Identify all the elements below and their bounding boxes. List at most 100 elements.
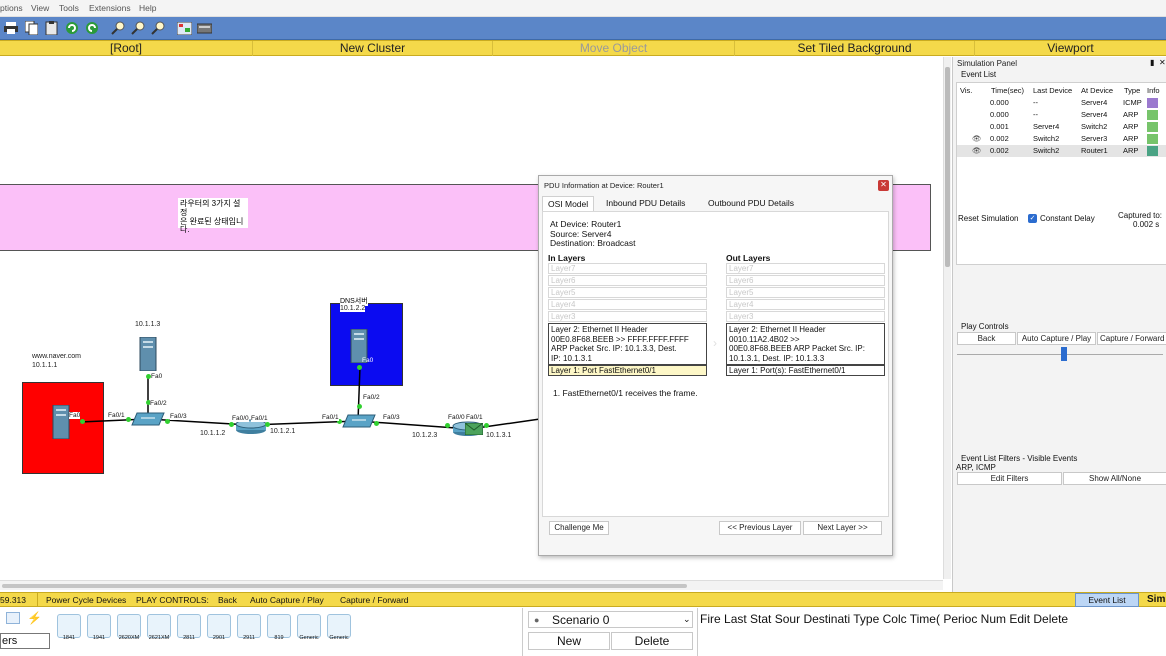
custom-device-icon[interactable]: [196, 20, 212, 36]
zoom-out-icon[interactable]: [150, 20, 166, 36]
col-at-device[interactable]: At Device: [1081, 86, 1113, 95]
scroll-thumb[interactable]: [945, 67, 950, 267]
col-edit[interactable]: Edit: [1009, 612, 1030, 626]
in-layer-1[interactable]: Layer 1: Port FastEthernet0/1: [548, 365, 707, 376]
col-fire[interactable]: Fire: [700, 612, 721, 626]
in-layer-5[interactable]: Layer5: [548, 287, 707, 298]
col-destination[interactable]: Destinati: [803, 612, 850, 626]
out-layer-7[interactable]: Layer7: [726, 263, 885, 274]
col-last-status[interactable]: Last Stat: [724, 612, 771, 626]
out-layer-6[interactable]: Layer6: [726, 275, 885, 286]
zoom-reset-icon[interactable]: [130, 20, 146, 36]
capture-forward-button[interactable]: Capture / Forward: [1097, 332, 1166, 345]
out-layer-3[interactable]: Layer3: [726, 311, 885, 322]
show-all-none-button[interactable]: Show All/None: [1063, 472, 1166, 485]
speed-slider-track[interactable]: [957, 354, 1163, 355]
device-category-label[interactable]: ers: [0, 633, 50, 649]
power-cycle-devices-button[interactable]: Power Cycle Devices: [46, 595, 126, 605]
naver-server-icon[interactable]: [52, 404, 70, 440]
zoom-in-icon[interactable]: [110, 20, 126, 36]
table-row-selected[interactable]: 👁 0.002 Switch2 Router1 ARP: [957, 145, 1166, 157]
viewport-button[interactable]: Viewport: [975, 41, 1166, 56]
menu-options[interactable]: ptions: [0, 3, 23, 13]
set-tiled-background-button[interactable]: Set Tiled Background: [735, 41, 975, 56]
tab-inbound-pdu-details[interactable]: Inbound PDU Details: [601, 196, 690, 211]
col-time[interactable]: Time(sec): [991, 86, 1024, 95]
undock-icon[interactable]: ▮: [1150, 58, 1154, 67]
scroll-thumb[interactable]: [2, 584, 687, 588]
paste-icon[interactable]: [43, 20, 59, 36]
challenge-me-button[interactable]: Challenge Me: [549, 521, 609, 535]
event-color-swatch[interactable]: [1147, 110, 1158, 120]
pdu-information-dialog[interactable]: PDU Information at Device: Router1 ✕ OSI…: [538, 175, 893, 556]
col-info[interactable]: Info: [1147, 86, 1160, 95]
lightning-icon[interactable]: ⚡: [27, 611, 42, 625]
edit-filters-button[interactable]: Edit Filters: [957, 472, 1062, 485]
col-vis[interactable]: Vis.: [960, 86, 972, 95]
move-object-button[interactable]: Move Object: [493, 41, 735, 56]
back-button[interactable]: Back: [957, 332, 1016, 345]
close-icon[interactable]: ✕: [1159, 58, 1166, 67]
menu-extensions[interactable]: Extensions: [89, 3, 131, 13]
pdu-envelope-icon[interactable]: [464, 422, 484, 436]
menu-view[interactable]: View: [31, 3, 49, 13]
new-cluster-button[interactable]: New Cluster: [253, 41, 493, 56]
new-scenario-button[interactable]: New: [528, 632, 610, 650]
col-source[interactable]: Sour: [775, 612, 800, 626]
out-layer-2[interactable]: Layer 2: Ethernet II Header 0010.11A2.4B…: [726, 323, 885, 365]
event-color-swatch[interactable]: [1147, 146, 1158, 156]
simulation-mode-button[interactable]: Sim: [1147, 594, 1165, 605]
print-icon[interactable]: [3, 20, 19, 36]
close-icon[interactable]: ✕: [878, 180, 889, 191]
workspace-vertical-scrollbar[interactable]: [943, 57, 951, 579]
scenario-select[interactable]: ● Scenario 0 ⌄: [528, 611, 693, 628]
status-auto-capture-button[interactable]: Auto Capture / Play: [250, 595, 324, 605]
switch1-icon[interactable]: [131, 411, 165, 427]
tab-outbound-pdu-details[interactable]: Outbound PDU Details: [703, 196, 799, 211]
event-color-swatch[interactable]: [1147, 98, 1158, 108]
redo-icon[interactable]: [84, 20, 100, 36]
table-row[interactable]: 0.001 Server4 Switch2 ARP: [957, 121, 1166, 133]
col-time[interactable]: Time(: [910, 612, 940, 626]
table-row[interactable]: 0.000 -- Server4 ICMP: [957, 97, 1166, 109]
delete-scenario-button[interactable]: Delete: [611, 632, 693, 650]
previous-layer-button[interactable]: << Previous Layer: [719, 521, 801, 535]
in-layer-4[interactable]: Layer4: [548, 299, 707, 310]
table-row[interactable]: 0.000 -- Server4 ARP: [957, 109, 1166, 121]
speed-slider-handle[interactable]: [1061, 347, 1067, 361]
out-layer-1[interactable]: Layer 1: Port(s): FastEthernet0/1: [726, 365, 885, 376]
menu-help[interactable]: Help: [139, 3, 156, 13]
col-last-device[interactable]: Last Device: [1033, 86, 1072, 95]
menu-tools[interactable]: Tools: [59, 3, 79, 13]
server-10-1-1-3-icon[interactable]: [139, 336, 157, 372]
col-num[interactable]: Num: [981, 612, 1006, 626]
eye-icon[interactable]: 👁: [972, 134, 982, 143]
workspace-horizontal-scrollbar[interactable]: [0, 580, 943, 590]
constant-delay-checkbox[interactable]: ✓: [1028, 214, 1037, 223]
col-color[interactable]: Colc: [883, 612, 907, 626]
status-back-button[interactable]: Back: [218, 595, 237, 605]
auto-capture-play-button[interactable]: Auto Capture / Play: [1017, 332, 1096, 345]
reset-simulation-button[interactable]: Reset Simulation: [958, 214, 1018, 223]
event-color-swatch[interactable]: [1147, 122, 1158, 132]
palette-icon[interactable]: [176, 20, 192, 36]
event-list-toggle-button[interactable]: Event List: [1075, 593, 1139, 607]
in-layer-2[interactable]: Layer 2: Ethernet II Header 00E0.8F68.BE…: [548, 323, 707, 365]
out-layer-4[interactable]: Layer4: [726, 299, 885, 310]
col-type[interactable]: Type: [853, 612, 879, 626]
tab-osi-model[interactable]: OSI Model: [542, 196, 595, 211]
root-button[interactable]: [Root]: [0, 41, 253, 56]
switch2-icon[interactable]: [342, 413, 376, 429]
table-row[interactable]: 👁 0.002 Switch2 Server3 ARP: [957, 133, 1166, 145]
status-capture-forward-button[interactable]: Capture / Forward: [340, 595, 409, 605]
undo-icon[interactable]: [64, 20, 80, 36]
col-type[interactable]: Type: [1124, 86, 1140, 95]
next-layer-button[interactable]: Next Layer >>: [803, 521, 882, 535]
out-layer-5[interactable]: Layer5: [726, 287, 885, 298]
in-layer-7[interactable]: Layer7: [548, 263, 707, 274]
event-list-table[interactable]: Vis. Time(sec) Last Device At Device Typ…: [956, 82, 1166, 265]
eye-icon[interactable]: 👁: [972, 146, 982, 155]
router-category-icon[interactable]: [6, 612, 20, 624]
copy-icon[interactable]: [23, 20, 39, 36]
in-layer-3[interactable]: Layer3: [548, 311, 707, 322]
